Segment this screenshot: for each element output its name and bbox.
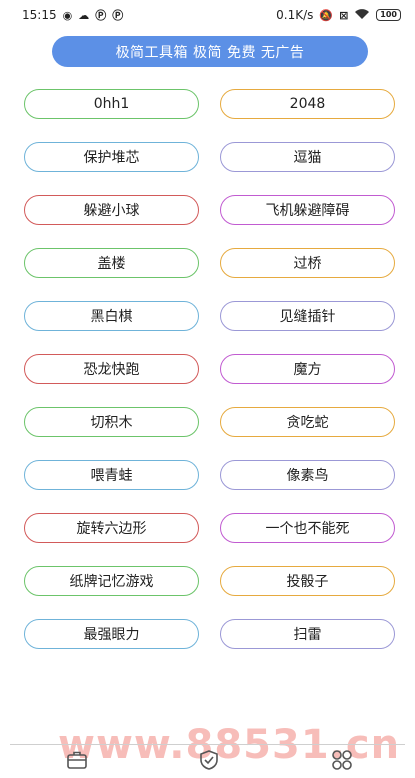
game-button-label: 恐龙快跑 <box>83 362 140 378</box>
game-button[interactable]: 一个也不能死 <box>220 513 395 543</box>
game-button-label: 躲避小球 <box>83 203 140 219</box>
game-button-label: 见缝插针 <box>279 309 336 325</box>
game-button-label: 盖楼 <box>97 256 126 272</box>
game-button[interactable]: 见缝插针 <box>220 301 395 331</box>
game-button[interactable]: 恐龙快跑 <box>24 354 199 384</box>
game-button[interactable]: 盖楼 <box>24 248 199 278</box>
game-button[interactable]: 最强眼力 <box>24 619 199 649</box>
game-button-label: 最强眼力 <box>83 627 140 643</box>
game-button-label: 0hh1 <box>93 96 130 112</box>
game-button[interactable]: 黑白棋 <box>24 301 199 331</box>
game-button[interactable]: 纸牌记忆游戏 <box>24 566 199 596</box>
game-button-label: 切积木 <box>90 415 133 431</box>
game-button[interactable]: 保护堆芯 <box>24 142 199 172</box>
game-button[interactable]: 逗猫 <box>220 142 395 172</box>
game-button[interactable]: 旋转六边形 <box>24 513 199 543</box>
game-button[interactable]: 喂青蛙 <box>24 460 199 490</box>
game-button-label: 投骰子 <box>286 574 329 590</box>
game-button-label: 保护堆芯 <box>83 150 140 166</box>
game-button-label: 旋转六边形 <box>76 521 147 537</box>
game-button[interactable]: 0hh1 <box>24 89 199 119</box>
game-button-label: 扫雷 <box>293 627 322 643</box>
game-button-label: 纸牌记忆游戏 <box>69 574 154 590</box>
game-button-label: 黑白棋 <box>90 309 133 325</box>
game-button[interactable]: 像素鸟 <box>220 460 395 490</box>
bottom-nav-divider <box>10 744 405 745</box>
game-button[interactable]: 贪吃蛇 <box>220 407 395 437</box>
game-button[interactable]: 过桥 <box>220 248 395 278</box>
game-button[interactable]: 躲避小球 <box>24 195 199 225</box>
game-grid: 0hh1 2048 保护堆芯 逗猫躲避小球 飞机躲避障碍盖楼 过桥黑白棋 见缝插针恐龙快跑 魔… <box>0 0 415 778</box>
game-button[interactable]: 2048 <box>220 89 395 119</box>
game-button-label: 魔方 <box>293 362 322 378</box>
game-button-label: 逗猫 <box>293 150 322 166</box>
game-button-label: 飞机躲避障碍 <box>265 203 350 219</box>
game-button[interactable]: 扫雷 <box>220 619 395 649</box>
game-button-label: 喂青蛙 <box>90 468 133 484</box>
game-button[interactable]: 飞机躲避障碍 <box>220 195 395 225</box>
game-button[interactable]: 投骰子 <box>220 566 395 596</box>
game-button-label: 2048 <box>289 96 326 112</box>
game-button-label: 一个也不能死 <box>265 521 350 537</box>
game-button-label: 贪吃蛇 <box>286 415 329 431</box>
apps-grid-icon[interactable] <box>331 749 353 771</box>
game-button-label: 像素鸟 <box>286 468 329 484</box>
briefcase-icon[interactable] <box>66 749 88 771</box>
game-button[interactable]: 魔方 <box>220 354 395 384</box>
game-button-label: 过桥 <box>293 256 322 272</box>
shield-check-icon[interactable] <box>198 749 220 771</box>
game-button[interactable]: 切积木 <box>24 407 199 437</box>
